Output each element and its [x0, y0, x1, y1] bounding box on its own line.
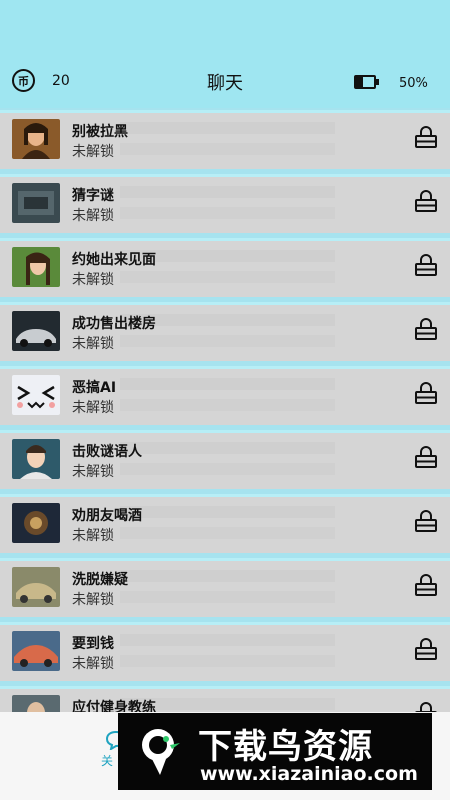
app-screen: 币 20 聊天 50% 别被拉黑 未解锁 猜字谜 未解锁 约她出来见面 未解锁 …	[0, 0, 450, 800]
lock-icon[interactable]	[414, 445, 438, 469]
bird-logo-icon	[142, 729, 180, 775]
chat-status: 未解锁	[72, 272, 114, 288]
list-item[interactable]: 劝朋友喝酒 未解锁	[0, 494, 450, 553]
thumbnail-image	[12, 631, 60, 671]
page-title: 聊天	[207, 73, 243, 94]
thumbnail-image	[12, 567, 60, 607]
lock-icon[interactable]	[414, 189, 438, 213]
chat-title: 要到钱	[72, 636, 114, 652]
chat-status: 未解锁	[72, 464, 114, 480]
chat-status: 未解锁	[72, 528, 114, 544]
battery-icon	[354, 75, 380, 89]
chat-title: 劝朋友喝酒	[72, 508, 142, 524]
thumbnail-image	[12, 311, 60, 351]
header-bar: 币 20 聊天 50%	[0, 0, 450, 108]
thumbnail-image	[12, 503, 60, 543]
list-item[interactable]: 恶搞AI 未解锁	[0, 366, 450, 425]
thumbnail-image	[12, 247, 60, 287]
chat-title: 约她出来见面	[72, 252, 156, 268]
chat-title: 恶搞AI	[72, 380, 117, 396]
list-item[interactable]: 击败谜语人 未解锁	[0, 430, 450, 489]
lock-icon[interactable]	[414, 381, 438, 405]
list-item[interactable]: 应付健身教练	[0, 686, 450, 712]
lock-icon[interactable]	[414, 125, 438, 149]
chat-status: 未解锁	[72, 144, 114, 160]
chat-title: 击败谜语人	[72, 444, 142, 460]
chat-title: 猜字谜	[72, 188, 114, 204]
watermark-banner: 下载鸟资源 www.xiazainiao.com	[118, 713, 432, 790]
list-item[interactable]: 要到钱 未解锁	[0, 622, 450, 681]
thumbnail-image	[12, 695, 60, 712]
list-item[interactable]: 猜字谜 未解锁	[0, 174, 450, 233]
chat-status: 未解锁	[72, 336, 114, 352]
list-item[interactable]: 别被拉黑 未解锁	[0, 110, 450, 169]
chat-title: 别被拉黑	[72, 124, 128, 140]
list-item[interactable]: 洗脱嫌疑 未解锁	[0, 558, 450, 617]
lock-icon[interactable]	[414, 253, 438, 277]
watermark-title: 下载鸟资源	[198, 727, 373, 767]
chat-status: 未解锁	[72, 656, 114, 672]
chat-status: 未解锁	[72, 592, 114, 608]
thumbnail-image	[12, 439, 60, 479]
lock-icon[interactable]	[414, 573, 438, 597]
nav-label[interactable]: 关	[101, 752, 113, 769]
lock-icon[interactable]	[414, 317, 438, 341]
list-item[interactable]: 约她出来见面 未解锁	[0, 238, 450, 297]
emoji-face-image	[12, 375, 60, 415]
chat-title: 成功售出楼房	[72, 316, 156, 332]
chat-list[interactable]: 别被拉黑 未解锁 猜字谜 未解锁 约她出来见面 未解锁 成功售出楼房 未解锁 恶…	[0, 108, 450, 712]
thumbnail-image	[12, 119, 60, 159]
battery-percent: 50%	[399, 76, 428, 91]
lock-icon[interactable]	[414, 637, 438, 661]
list-item[interactable]: 成功售出楼房 未解锁	[0, 302, 450, 361]
lock-icon[interactable]	[414, 509, 438, 533]
lock-icon[interactable]	[414, 701, 438, 712]
chat-status: 未解锁	[72, 400, 114, 416]
chat-title: 洗脱嫌疑	[72, 572, 128, 588]
battery-fill	[356, 77, 363, 87]
chat-status: 未解锁	[72, 208, 114, 224]
chat-title: 应付健身教练	[72, 700, 156, 712]
watermark-url: www.xiazainiao.com	[200, 763, 418, 785]
thumbnail-image	[12, 183, 60, 223]
